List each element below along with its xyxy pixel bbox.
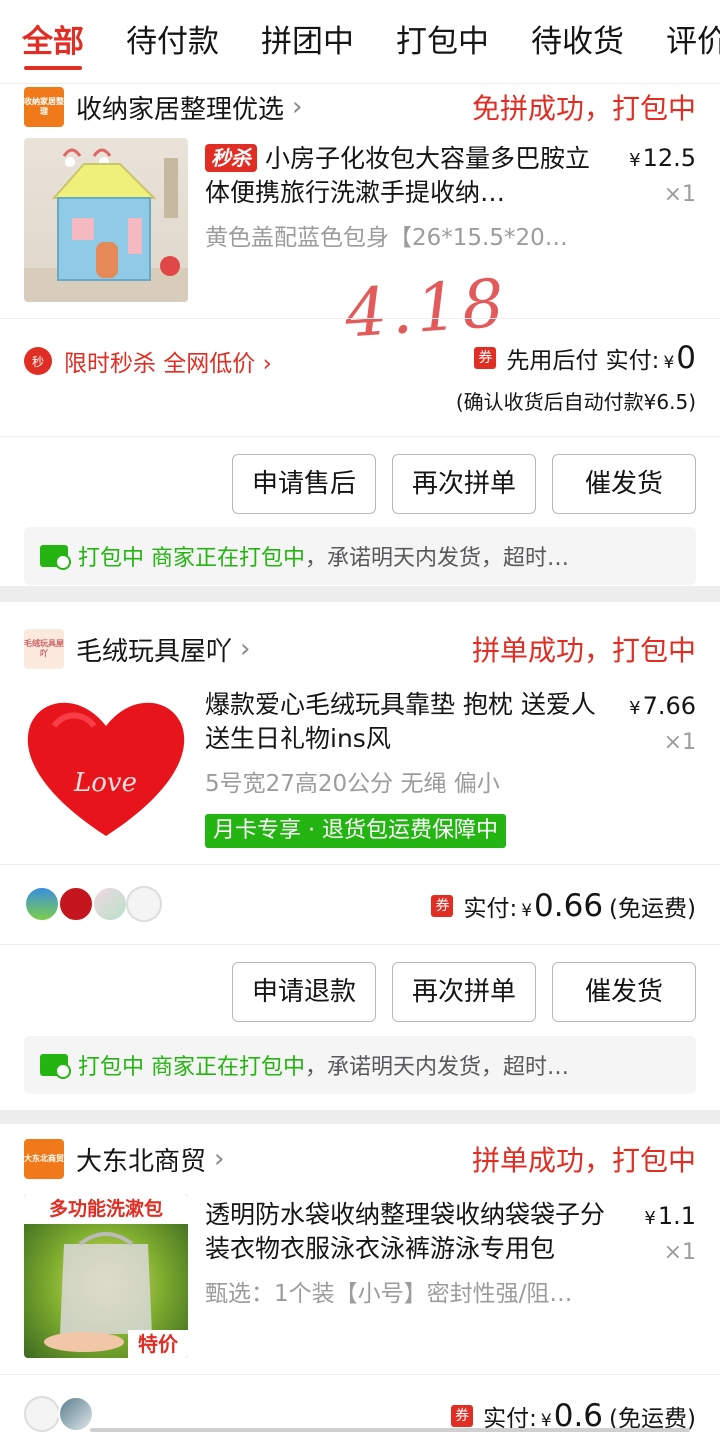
reorder-button[interactable]: 再次拼单	[392, 454, 536, 514]
tip-highlight: 商家正在打包中	[151, 546, 306, 571]
tab-pending-payment[interactable]: 待付款	[104, 0, 219, 83]
avatar	[58, 886, 94, 922]
flash-sale-badge: 秒杀	[205, 144, 257, 172]
thumb-special-tag: 特价	[128, 1330, 188, 1358]
tab-group-buying[interactable]: 拼团中	[239, 0, 354, 83]
product-spec: 黄色盖配蓝色包身【26*15.5*20…	[205, 225, 568, 251]
product-title-text: 小房子化妆包大容量多巴胺立体便携旅行洗漱手提收纳…	[205, 144, 591, 207]
urge-shipping-button[interactable]: 催发货	[552, 962, 696, 1022]
avatar	[24, 1396, 60, 1432]
order-status: 免拼成功，打包中	[471, 92, 696, 125]
shop-name[interactable]: 收纳家居整理优选	[76, 89, 284, 126]
pay-amount: 0.66	[534, 888, 604, 924]
product-thumbnail[interactable]	[24, 138, 188, 302]
shipping-free-label: (免运费)	[609, 896, 696, 922]
tip-status: 打包中	[78, 1055, 145, 1080]
shipping-tip[interactable]: 打包中 商家正在打包中 ，承诺明天内发货，超时…	[24, 1036, 696, 1094]
tip-highlight: 商家正在打包中	[151, 1055, 306, 1080]
group-avatars[interactable]	[24, 1396, 94, 1432]
product-title[interactable]: 透明防水袋收纳整理袋收纳袋袋子分装衣物衣服泳衣泳裤游泳专用包	[205, 1198, 610, 1266]
payment-summary: 券 实付: ¥ 0.66 (免运费)	[431, 888, 696, 924]
product-title[interactable]: 秒杀 小房子化妆包大容量多巴胺立体便携旅行洗漱手提收纳…	[205, 142, 610, 210]
house-bag-image	[24, 148, 188, 302]
divider	[0, 944, 720, 945]
chevron-right-icon: ›	[214, 1144, 225, 1174]
currency-symbol: ¥	[521, 901, 533, 921]
order-card-3: 大东北商贸 大东北商贸 › 拼单成功，打包中 多功能洗漱包 特价 透明防水袋收纳…	[0, 1124, 720, 1434]
product-thumbnail[interactable]: 多功能洗漱包 特价	[24, 1194, 188, 1358]
currency-symbol: ¥	[663, 353, 675, 373]
shop-row[interactable]: 大东北商贸 大东北商贸 › 拼单成功，打包中	[24, 1136, 696, 1182]
after-sales-button[interactable]: 申请售后	[232, 454, 376, 514]
divider	[0, 1374, 720, 1375]
coupon-icon: 券	[451, 1405, 474, 1427]
order-card-2: 毛绒玩具屋吖 毛绒玩具屋吖 › 拼单成功，打包中 Love 爆款爱心毛绒玩具靠垫…	[0, 602, 720, 1110]
shipping-tip[interactable]: 打包中 商家正在打包中 ，承诺明天内发货，超时…	[24, 527, 696, 585]
thumb-love-text: Love	[74, 768, 137, 798]
promo-label: 限时秒杀 全网低价 ›	[64, 351, 272, 377]
shop-row[interactable]: 收纳家居整理 收纳家居整理优选 › 免拼成功，打包中	[24, 84, 696, 130]
order-status: 拼单成功，打包中	[471, 1144, 696, 1177]
tab-review[interactable]: 评价	[644, 0, 720, 83]
product-price: ¥7.66	[629, 692, 696, 720]
product-qty: ×1	[663, 182, 696, 207]
shop-logo: 大东北商贸	[24, 1139, 64, 1179]
shop-row[interactable]: 毛绒玩具屋吖 毛绒玩具屋吖 › 拼单成功，打包中	[24, 626, 696, 672]
order-card-1: 收纳家居整理 收纳家居整理优选 › 免拼成功，打包中 秒杀 小房子化妆包大容量多巴…	[0, 84, 720, 586]
urge-shipping-button[interactable]: 催发货	[552, 454, 696, 514]
product-spec: 甄选：1个装【小号】密封性强/阻…	[205, 1281, 573, 1307]
tip-text: ，承诺明天内发货，超时…	[305, 1055, 570, 1080]
scroll-indicator	[90, 1428, 690, 1432]
coupon-icon: 券	[474, 347, 497, 369]
product-title[interactable]: 爆款爱心毛绒玩具靠垫 抱枕 送爱人 送生日礼物ins风	[205, 688, 610, 756]
flash-sale-promo[interactable]: 秒 限时秒杀 全网低价 ›	[24, 344, 272, 378]
avatar	[58, 1396, 94, 1432]
shop-logo: 毛绒玩具屋吖	[24, 629, 64, 669]
tab-to-receive[interactable]: 待收货	[509, 0, 624, 83]
monthly-card-tag: 月卡专享 · 退货包运费保障中	[205, 814, 506, 848]
divider	[0, 318, 720, 319]
coupon-icon: 券	[431, 895, 454, 917]
shop-logo: 收纳家居整理	[24, 87, 64, 127]
product-price: ¥1.1	[644, 1202, 696, 1230]
pay-label: 先用后付 实付:	[506, 348, 660, 374]
avatar	[24, 886, 60, 922]
shop-name[interactable]: 毛绒玩具屋吖	[76, 631, 232, 668]
divider	[0, 864, 720, 865]
product-thumbnail[interactable]: Love	[24, 686, 188, 850]
auto-pay-note: (确认收货后自动付款¥6.5)	[455, 390, 696, 414]
refund-button[interactable]: 申请退款	[232, 962, 376, 1022]
pay-label: 实付:	[463, 896, 518, 922]
pay-amount: 0	[676, 340, 696, 376]
chevron-right-icon: ›	[292, 92, 303, 122]
tab-all[interactable]: 全部	[0, 0, 84, 83]
product-price: ¥12.5	[629, 144, 696, 172]
product-spec: 5号宽27高20公分 无绳 偏小	[205, 771, 500, 797]
tip-status: 打包中	[78, 546, 145, 571]
product-qty: ×1	[663, 730, 696, 755]
reorder-button[interactable]: 再次拼单	[392, 962, 536, 1022]
alarm-clock-icon: 秒	[24, 347, 52, 375]
payment-summary: 券 先用后付 实付: ¥ 0	[474, 340, 696, 376]
truck-clock-icon	[40, 545, 71, 570]
shop-name[interactable]: 大东北商贸	[76, 1141, 206, 1178]
avatar	[92, 886, 128, 922]
avatar	[126, 886, 162, 922]
divider	[0, 436, 720, 437]
order-status: 拼单成功，打包中	[471, 634, 696, 667]
product-qty: ×1	[663, 1240, 696, 1265]
chevron-right-icon: ›	[240, 634, 251, 664]
group-avatars[interactable]	[24, 886, 162, 922]
truck-clock-icon	[40, 1054, 71, 1079]
tip-text: ，承诺明天内发货，超时…	[305, 546, 570, 571]
tab-packing[interactable]: 打包中	[374, 0, 489, 83]
order-tabs: 全部 待付款 拼团中 打包中 待收货 评价	[0, 0, 720, 84]
